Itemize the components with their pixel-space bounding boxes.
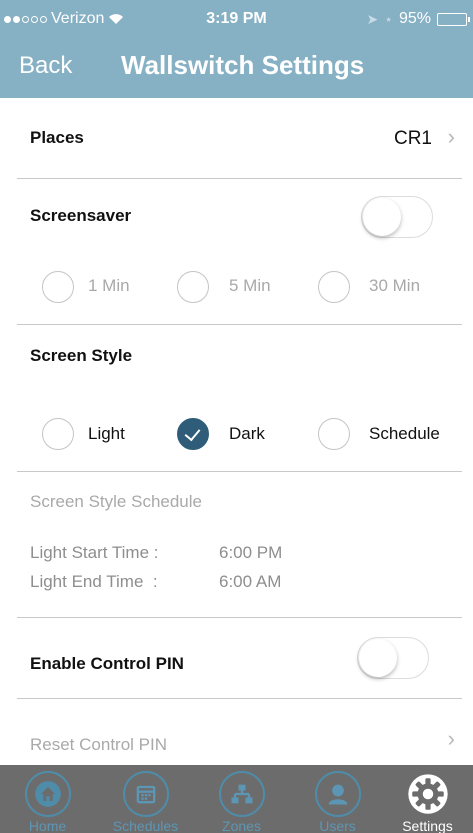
screen-style-radio-light[interactable]	[42, 418, 74, 450]
chevron-right-icon: ›	[447, 124, 455, 149]
tab-zones-label: Zones	[222, 818, 261, 833]
tab-schedules[interactable]: Schedules	[98, 765, 193, 833]
user-icon	[314, 771, 361, 817]
screen-style-option-light: Light	[88, 424, 125, 443]
enable-pin-toggle[interactable]	[357, 637, 429, 679]
light-start-label: Light Start Time :	[30, 543, 159, 562]
home-icon	[24, 771, 71, 817]
tab-zones[interactable]: Zones	[194, 765, 289, 833]
tab-settings[interactable]: Settings	[380, 765, 473, 833]
divider	[17, 698, 462, 699]
tab-schedules-label: Schedules	[112, 818, 179, 833]
tab-settings-label: Settings	[402, 818, 453, 833]
places-value: CR1	[393, 128, 432, 149]
page-title: Wallswitch Settings	[121, 50, 365, 80]
tab-users-label: Users	[319, 818, 356, 833]
screen-style-option-schedule: Schedule	[369, 424, 440, 443]
screensaver-radio-1min[interactable]	[42, 271, 74, 303]
header: Verizon 3:19 PM ➤ ⋆ 95% Back Wallswitch …	[0, 0, 473, 98]
tab-bar: Home Schedules Zones Users Settings	[0, 765, 473, 833]
screensaver-radio-5min[interactable]	[177, 271, 209, 303]
screensaver-toggle[interactable]	[361, 196, 433, 238]
back-button[interactable]: Back	[19, 52, 72, 80]
calendar-icon	[122, 771, 169, 817]
tab-home-label: Home	[28, 818, 67, 833]
chevron-right-icon: ›	[447, 726, 455, 751]
light-end-value[interactable]: 6:00 AM	[219, 572, 281, 592]
zones-icon	[218, 771, 265, 817]
enable-pin-label: Enable Control PIN	[30, 654, 184, 673]
tab-users[interactable]: Users	[290, 765, 385, 833]
screensaver-option-5min: 5 Min	[229, 276, 271, 295]
screensaver-label: Screensaver	[30, 206, 132, 225]
screensaver-radio-30min[interactable]	[318, 271, 350, 303]
battery-icon	[437, 12, 470, 26]
light-end-label: Light End Time :	[30, 572, 158, 591]
reset-pin-label: Reset Control PIN	[30, 735, 167, 754]
screen-style-radio-dark[interactable]	[177, 418, 209, 450]
status-bar: Verizon 3:19 PM ➤ ⋆ 95%	[0, 0, 473, 40]
tab-home[interactable]: Home	[0, 765, 95, 833]
gear-icon	[405, 771, 451, 817]
bluetooth-icon: ⋆	[384, 10, 393, 27]
screen-style-radio-schedule[interactable]	[318, 418, 350, 450]
light-start-value[interactable]: 6:00 PM	[219, 543, 282, 563]
divider	[17, 324, 462, 325]
screensaver-option-1min: 1 Min	[88, 276, 130, 295]
schedule-heading: Screen Style Schedule	[30, 492, 202, 511]
divider	[17, 471, 462, 472]
places-label: Places	[30, 128, 84, 147]
screen-style-label: Screen Style	[30, 346, 133, 365]
status-right: ➤ ⋆ 95%	[366, 10, 470, 28]
divider	[17, 617, 462, 618]
reset-pin-row[interactable]: Reset Control PIN ›	[0, 700, 473, 764]
divider	[17, 178, 462, 179]
screen-style-option-dark: Dark	[229, 424, 265, 443]
screensaver-option-30min: 30 Min	[369, 276, 421, 295]
battery-percent: 95%	[398, 10, 431, 27]
location-icon: ➤	[366, 10, 379, 27]
